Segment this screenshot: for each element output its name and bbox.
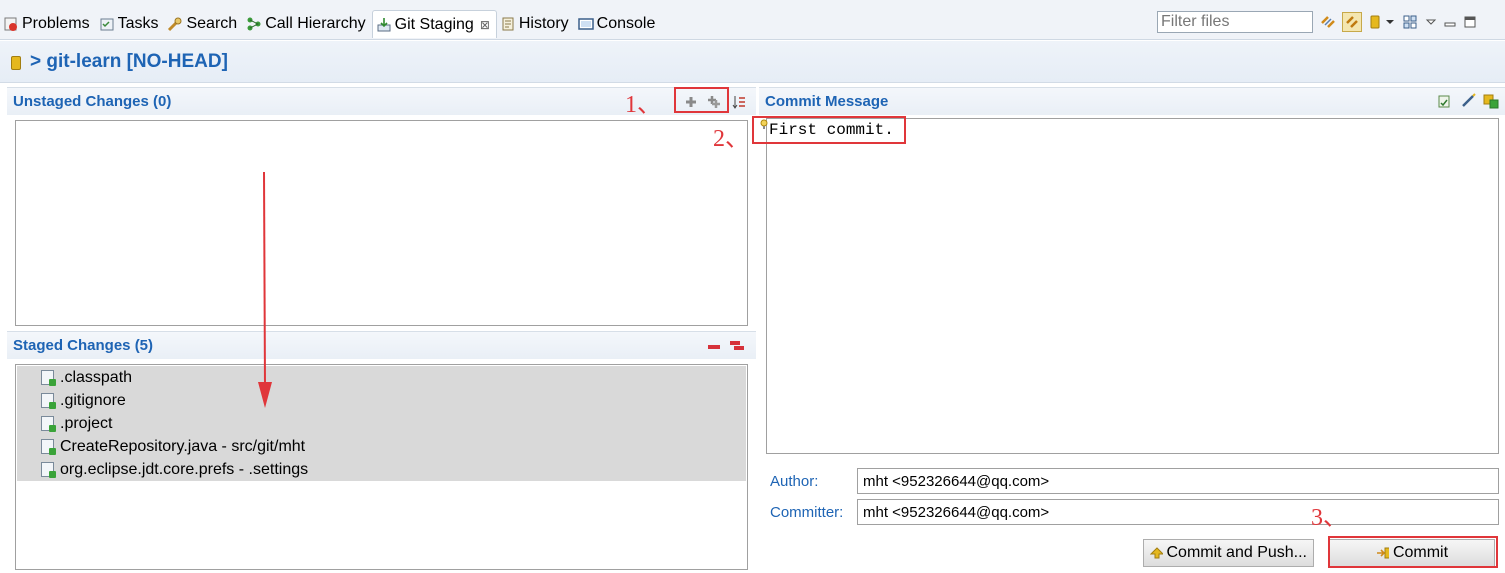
presentation-icon[interactable] [1400,12,1420,32]
annotation-number-1: 1、 [625,92,661,118]
view-tab-bar: Problems Tasks Search Call Hierarchy Git… [0,0,1505,40]
annotation-box-3 [1328,536,1498,568]
view-tabs: Problems Tasks Search Call Hierarchy Git… [0,10,661,38]
staged-changes-header: Staged Changes (5) [7,331,756,359]
commit-message-editor[interactable] [766,118,1499,454]
file-name: .project [60,414,113,432]
unstaged-changes-title: Unstaged Changes (0) [13,93,172,110]
list-item[interactable]: .project [17,412,746,435]
text-file-icon [41,462,56,478]
minimize-icon[interactable] [1442,12,1458,32]
close-icon[interactable]: ⊠ [480,18,490,32]
tab-history[interactable]: History [497,10,575,38]
staged-changes-title: Staged Changes (5) [13,337,154,354]
xml-file-icon [41,416,56,432]
commit-message-header: Commit Message [759,87,1505,115]
list-item[interactable]: CreateRepository.java - src/git/mht [17,435,746,458]
commit-and-push-label: Commit and Push... [1166,544,1308,561]
committer-label: Committer: [770,504,844,521]
file-name: .classpath [60,368,133,386]
remove-all-from-index-icon[interactable] [729,338,744,352]
author-label: Author: [770,473,819,490]
remove-from-index-icon[interactable] [707,339,721,353]
tab-call-hierarchy[interactable]: Call Hierarchy [243,10,371,38]
annotation-box-1 [674,87,729,113]
tab-problems[interactable]: Problems [0,10,96,38]
repository-title: > git-learn [NO-HEAD] [30,51,228,72]
xml-file-icon [41,370,56,386]
git-staging-icon [376,17,392,33]
annotation-box-2 [752,116,906,144]
staged-files-list: .classpath .gitignore .project CreateRep… [17,366,746,481]
tab-label: Git Staging [394,15,474,33]
java-file-icon [41,439,56,455]
problems-icon [3,16,19,32]
list-item[interactable]: .classpath [17,366,746,389]
console-icon [577,16,594,32]
filter-files-input[interactable] [1157,11,1313,33]
call-hierarchy-icon [246,16,262,32]
drag-arrow-annotation [258,171,272,408]
tab-label: Console [596,15,656,32]
tab-console[interactable]: Console [575,10,662,38]
push-icon [1150,547,1163,559]
list-item[interactable]: org.eclipse.jdt.core.prefs - .settings [17,458,746,481]
annotation-number-3: 3、 [1311,505,1347,531]
view-menu-icon[interactable] [1424,12,1438,32]
tab-label: Call Hierarchy [265,15,366,32]
annotation-number-2: 2、 [713,126,749,152]
tab-git-staging[interactable]: Git Staging ⊠ [371,10,497,38]
search-icon [167,16,183,32]
repository-icon[interactable] [1366,12,1396,32]
spell-check-icon[interactable] [1437,94,1451,108]
link-with-editor-icon[interactable] [1342,12,1362,32]
history-icon [500,16,516,32]
list-item[interactable]: .gitignore [17,389,746,412]
tab-label: Search [186,15,238,32]
add-signed-off-icon[interactable] [1461,93,1476,107]
sort-icon[interactable] [732,95,746,109]
unstaged-files-list[interactable] [15,120,748,326]
committer-field[interactable]: mht <952326644@qq.com> [857,499,1499,525]
file-name: org.eclipse.jdt.core.prefs - .settings [60,460,309,478]
link-with-selection-icon[interactable] [1318,12,1338,32]
view-toolbar [1318,12,1478,32]
tab-tasks[interactable]: Tasks [96,10,165,38]
tab-label: Tasks [117,15,159,32]
file-name: CreateRepository.java - src/git/mht [60,437,306,455]
file-name: .gitignore [60,391,126,409]
tab-search[interactable]: Search [164,10,243,38]
amend-icon[interactable] [1483,93,1499,109]
commit-message-title: Commit Message [765,93,889,110]
repository-icon [11,56,21,70]
commit-and-push-button[interactable]: Commit and Push... [1143,539,1314,567]
tab-label: Problems [22,15,90,32]
author-field[interactable]: mht <952326644@qq.com> [857,468,1499,494]
maximize-icon[interactable] [1462,12,1478,32]
tasks-icon [99,16,115,32]
repository-header: > git-learn [NO-HEAD] [0,41,1505,83]
text-file-icon [41,393,56,409]
tab-label: History [518,15,569,32]
